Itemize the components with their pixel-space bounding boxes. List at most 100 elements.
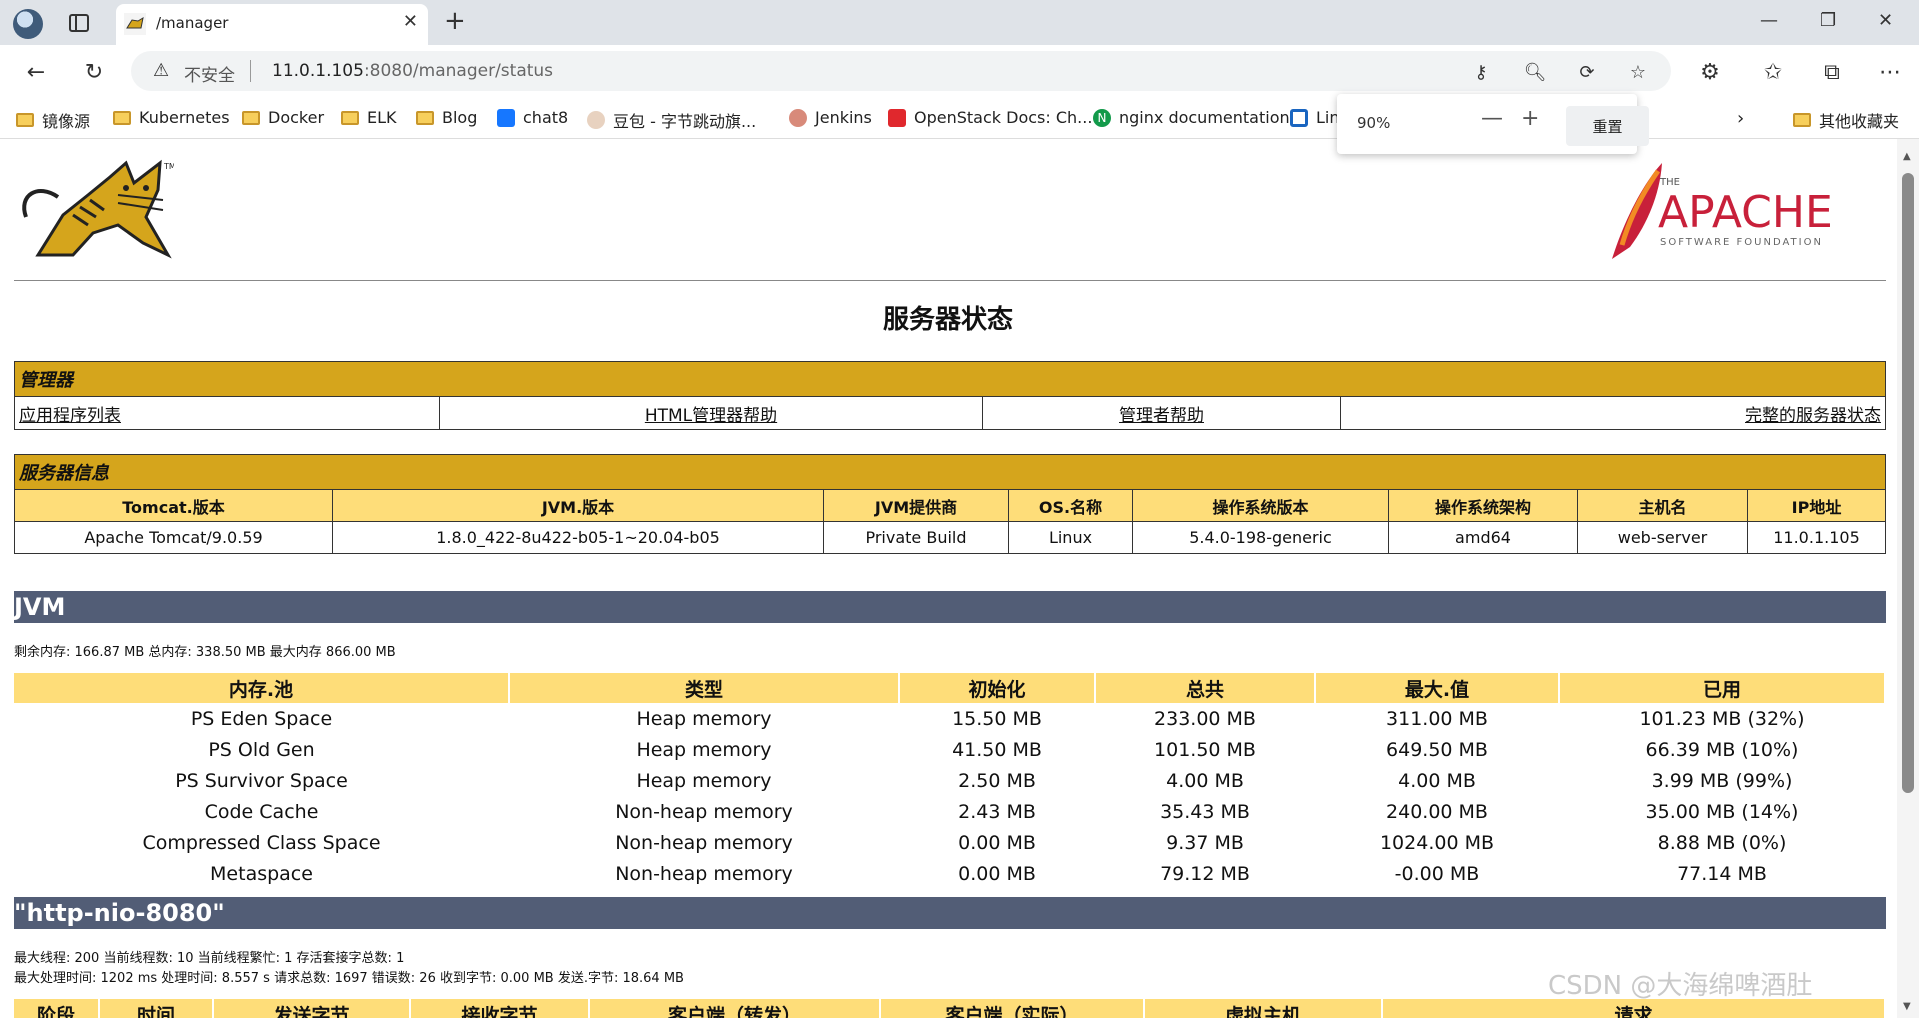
table-row: Metaspace Non-heap memory 0.00 MB 79.12 MB -… <box>14 858 1885 889</box>
bookmark-item[interactable]: Nnginx documentation <box>1093 108 1290 127</box>
header-divider <box>14 280 1886 281</box>
table-cell: Heap memory <box>636 769 772 792</box>
table-cell: 77.14 MB <box>1677 862 1767 885</box>
apache-subtitle: SOFTWARE FOUNDATION <box>1660 237 1823 248</box>
tab-actions-icon[interactable] <box>66 10 92 36</box>
more-menu-icon[interactable]: ⋯ <box>1875 57 1905 87</box>
tab-bar: /manager ✕ + — ❐ ✕ <box>0 0 1919 45</box>
bookmark-item[interactable]: Docker <box>242 108 324 127</box>
bookmark-label: Kubernetes <box>139 108 230 127</box>
column-header: 最大.值 <box>1315 673 1560 703</box>
table-cell: 9.37 MB <box>1166 831 1244 854</box>
bookmark-item[interactable]: Jenkins <box>789 108 872 127</box>
table-cell: 233.00 MB <box>1154 707 1256 730</box>
minimize-icon[interactable]: — <box>1760 10 1778 31</box>
bookmark-item[interactable]: OpenStack Docs: Ch... <box>888 108 1092 127</box>
new-tab-icon[interactable]: + <box>444 6 466 36</box>
bookmark-label: Blog <box>442 108 478 127</box>
nginx-icon: N <box>1093 108 1111 127</box>
column-header: OS.名称 <box>1008 489 1133 522</box>
column-header: IP地址 <box>1747 489 1886 522</box>
active-tab[interactable]: /manager ✕ <box>116 4 428 45</box>
edge-refresh-icon[interactable]: ⟳ <box>1574 59 1600 85</box>
connector-thread-stats: 最大线程: 200 当前线程数: 10 当前线程繁忙: 1 存活套接字总数: 1 <box>14 951 405 966</box>
scroll-down-icon[interactable]: ▼ <box>1903 1001 1911 1012</box>
table-cell: Linux <box>1008 521 1133 554</box>
favorite-star-icon[interactable]: ☆ <box>1625 59 1651 85</box>
bookmark-item[interactable]: Lin <box>1290 108 1340 127</box>
table-cell: -0.00 MB <box>1394 862 1480 885</box>
connector-request-stats: 最大处理时间: 1202 ms 处理时间: 8.557 s 请求总数: 1697… <box>14 971 684 986</box>
table-cell: 311.00 MB <box>1386 707 1488 730</box>
insecure-label[interactable]: 不安全 <box>184 61 235 86</box>
extensions-icon[interactable]: ⚙ <box>1695 57 1725 87</box>
page-title: 服务器状态 <box>882 305 1013 335</box>
zoom-reset-button[interactable]: 重置 <box>1566 106 1649 146</box>
html-manager-help-link[interactable]: HTML管理器帮助 <box>645 406 777 426</box>
back-arrow-icon[interactable]: ← <box>21 57 51 87</box>
table-cell: 1.8.0_422-8u422-b05-1~20.04-b05 <box>332 521 824 554</box>
bookmark-label: Docker <box>268 108 325 127</box>
table-cell: 2.43 MB <box>958 800 1036 823</box>
bookmark-item[interactable]: 豆包 - 字节跳动旗... <box>587 108 756 132</box>
manager-cell: 完整的服务器状态 <box>1340 396 1886 430</box>
close-tab-icon[interactable]: ✕ <box>403 11 418 32</box>
refresh-icon[interactable]: ↻ <box>79 57 109 87</box>
complete-status-link[interactable]: 完整的服务器状态 <box>1745 406 1881 426</box>
column-header: 初始化 <box>899 673 1096 703</box>
connector-section-title: "http-nio-8080" <box>14 897 1886 929</box>
folder-icon <box>1793 113 1811 127</box>
table-cell: 66.39 MB (10%) <box>1645 738 1799 761</box>
folder-icon <box>242 110 260 125</box>
bookmark-item[interactable]: ELK <box>341 108 397 127</box>
warning-icon[interactable]: ⚠ <box>153 60 169 81</box>
close-window-icon[interactable]: ✕ <box>1878 10 1893 31</box>
app-list-link[interactable]: 应用程序列表 <box>19 406 121 426</box>
table-cell: Non-heap memory <box>615 862 793 885</box>
table-row: PS Eden Space Heap memory 15.50 MB 233.00 M… <box>14 703 1885 734</box>
manager-help-link[interactable]: 管理者帮助 <box>1119 406 1204 426</box>
bookmark-label: nginx documentation <box>1119 108 1290 127</box>
doubao-icon <box>587 111 605 129</box>
scroll-up-icon[interactable]: ▲ <box>1903 151 1911 162</box>
zoom-minus-button[interactable]: — <box>1481 106 1503 131</box>
bookmark-item[interactable]: Blog <box>416 108 477 127</box>
table-row: Compressed Class Space Non-heap memory 0.0… <box>14 827 1885 858</box>
bookmark-label: Lin <box>1316 108 1340 127</box>
other-bookmarks[interactable]: 其他收藏夹 <box>1793 108 1899 132</box>
page-content: TM THE APACHE SOFTWARE FOUNDATION 服务器状态 … <box>0 139 1896 1018</box>
column-header: 已用 <box>1559 673 1886 703</box>
restore-icon[interactable]: ❐ <box>1820 10 1836 31</box>
scroll-thumb[interactable] <box>1902 173 1914 793</box>
key-icon[interactable]: ⚷ <box>1468 59 1494 85</box>
manager-cell: 管理者帮助 <box>982 396 1341 430</box>
vertical-scrollbar[interactable]: ▲ ▼ <box>1897 139 1919 1018</box>
folder-icon <box>341 110 359 125</box>
chat-icon <box>497 108 515 127</box>
bookmarks-overflow-icon[interactable]: › <box>1737 108 1744 129</box>
table-cell: PS Survivor Space <box>175 769 348 792</box>
zoom-out-icon[interactable]: 🔍︎ <box>1522 59 1548 85</box>
bookmark-item[interactable]: 镜像源 <box>16 108 90 132</box>
table-cell: Private Build <box>823 521 1009 554</box>
manager-cell: 应用程序列表 <box>14 396 440 430</box>
table-cell: 35.00 MB (14%) <box>1645 800 1799 823</box>
table-row: PS Survivor Space Heap memory 2.50 MB 4.00 … <box>14 765 1885 796</box>
zoom-plus-button[interactable]: + <box>1521 106 1539 131</box>
column-header: 内存.池 <box>14 673 510 703</box>
profile-avatar[interactable] <box>13 9 43 39</box>
column-header: 总共 <box>1095 673 1316 703</box>
bookmark-item[interactable]: Kubernetes <box>113 108 230 127</box>
zoom-percent: 90% <box>1357 114 1391 132</box>
table-cell: 41.50 MB <box>952 738 1042 761</box>
column-header: 发送字节 <box>213 999 411 1018</box>
table-cell: 1024.00 MB <box>1379 831 1495 854</box>
manager-table: 管理器 应用程序列表 HTML管理器帮助 管理者帮助 完整的服务器状态 <box>14 361 1886 430</box>
favorites-list-icon[interactable]: ✩ <box>1758 57 1788 87</box>
url-text[interactable]: 11.0.1.105:8080/manager/status <box>272 61 553 81</box>
table-cell: Code Cache <box>204 800 319 823</box>
address-bar[interactable]: ⚠ 不安全 11.0.1.105:8080/manager/status ⚷ <box>131 51 1671 91</box>
screenshot-icon[interactable]: ⧉ <box>1817 57 1847 87</box>
table-row: Code Cache Non-heap memory 2.43 MB 35.43 MB… <box>14 796 1885 827</box>
bookmark-item[interactable]: chat8 <box>497 108 568 127</box>
